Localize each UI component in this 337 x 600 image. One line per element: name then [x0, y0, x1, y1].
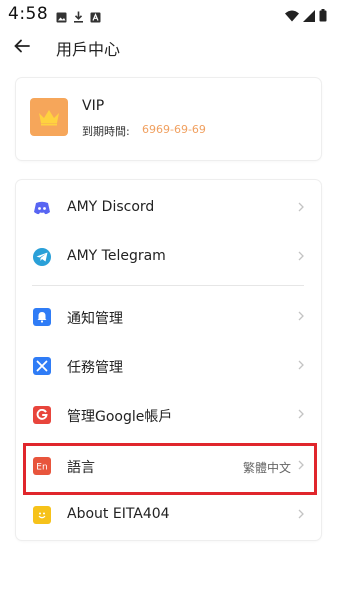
status-bar: 4:58	[0, 0, 337, 28]
chevron-right-icon	[295, 309, 307, 323]
bell-icon	[33, 308, 51, 326]
status-time: 4:58	[8, 4, 49, 24]
menu-item-label: About EITA404	[67, 506, 170, 522]
menu-item-telegram[interactable]: AMY Telegram	[16, 233, 321, 281]
highlight-box	[23, 443, 317, 495]
menu-item-label: 通知管理	[67, 311, 123, 327]
menu-item-tasks[interactable]: 任務管理	[16, 342, 321, 390]
back-button[interactable]	[10, 34, 34, 58]
arrow-left-icon	[14, 39, 30, 53]
google-icon	[33, 406, 51, 424]
menu-item-notifications[interactable]: 通知管理	[16, 293, 321, 341]
signal-icon	[303, 7, 315, 26]
menu-item-about[interactable]: About EITA404	[16, 491, 321, 539]
status-right-icons	[285, 7, 327, 26]
menu-item-google-account[interactable]: 管理Google帳戶	[16, 391, 321, 439]
chevron-right-icon	[295, 358, 307, 372]
vip-title: VIP	[82, 98, 105, 114]
vip-card[interactable]: VIP 到期時間: 6969-69-69	[16, 78, 321, 160]
battery-icon	[319, 7, 327, 26]
menu-item-discord[interactable]: AMY Discord	[16, 184, 321, 232]
smile-icon	[33, 506, 51, 524]
chevron-right-icon	[295, 407, 307, 421]
chevron-right-icon	[295, 200, 307, 214]
tools-icon	[33, 357, 51, 375]
crown-icon	[30, 98, 68, 136]
chevron-right-icon	[295, 249, 307, 263]
menu-item-label: AMY Discord	[67, 199, 155, 215]
telegram-icon	[33, 248, 51, 266]
font-icon	[90, 8, 101, 27]
menu-item-label: 管理Google帳戶	[67, 409, 173, 425]
page-title: 用戶中心	[56, 40, 121, 59]
image-icon	[56, 8, 67, 27]
wifi-icon	[285, 7, 299, 26]
menu-item-label: 任務管理	[67, 360, 123, 376]
menu-item-label: AMY Telegram	[67, 248, 166, 264]
vip-expire-label: 到期時間:	[82, 125, 130, 138]
discord-icon	[33, 199, 51, 217]
chevron-right-icon	[295, 507, 307, 521]
app-bar: 用戶中心	[0, 28, 337, 64]
download-icon	[73, 8, 84, 27]
vip-expire-value: 6969-69-69	[142, 123, 206, 136]
divider	[32, 285, 304, 286]
status-left-icons	[56, 8, 101, 27]
